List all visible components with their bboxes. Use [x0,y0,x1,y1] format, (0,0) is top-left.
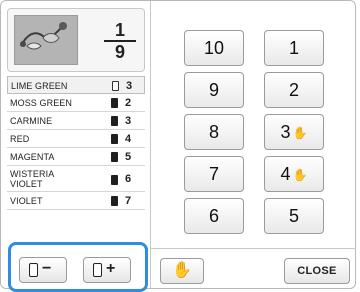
spool-button-3[interactable]: 3 ✋ [264,114,324,150]
spool-number: 3 [126,80,133,92]
remove-spool-button[interactable]: − [19,257,67,283]
spool-number: 4 [125,133,132,145]
spool-button-label: 1 [288,38,299,58]
spool-icon [93,263,102,277]
spool-button-5[interactable]: 5 [264,198,324,234]
spool-button-label: 6 [208,206,219,226]
thread-name: RED [10,134,30,144]
spool-button-2[interactable]: 2 [264,72,324,108]
close-button[interactable]: CLOSE [284,258,350,284]
thread-row[interactable]: MAGENTA 5 [7,148,145,166]
thread-row[interactable]: WISTERIA VIOLET 6 [7,166,145,192]
hand-button[interactable]: ✋ [160,258,204,284]
spool-button-6[interactable]: 6 [184,198,244,234]
footer-divider [151,248,356,249]
spool-button-label: 5 [288,206,299,226]
pattern-thumbnail [14,15,78,65]
spool-number: 2 [125,97,132,109]
pattern-preview: 1 9 [7,8,145,72]
thread-name: MAGENTA [10,152,55,162]
spool-button-label: 4 [280,164,291,184]
thread-row[interactable]: RED 4 [7,130,145,148]
spool-adjust-group: − + [8,242,148,292]
spool-number: 6 [125,173,132,185]
total-colors: 9 [114,42,125,62]
spool-hand-icon: ✋ [292,168,308,183]
spool-button-label: 10 [203,38,225,58]
spool-button-label: 8 [208,122,219,142]
color-sequence-indicator: 1 9 [104,21,136,61]
plus-icon: + [106,260,116,277]
panel-divider [150,1,151,288]
thread-name: WISTERIA VIOLET [10,169,55,189]
spool-icon [111,134,118,144]
spool-icon [29,263,38,277]
thread-row[interactable]: MOSS GREEN 2 [7,94,145,112]
spool-button-1[interactable]: 1 [264,30,324,66]
spool-button-label: 3 [280,122,291,142]
spool-button-9[interactable]: 9 [184,72,244,108]
spool-icon [111,98,118,108]
spool-button-10[interactable]: 10 [184,30,244,66]
spool-icon [111,175,118,185]
spool-button-4[interactable]: 4 ✋ [264,156,324,192]
spool-hand-icon: ✋ [292,126,308,141]
thread-name: MOSS GREEN [10,98,73,108]
thread-row[interactable]: CARMINE 3 [7,112,145,130]
spool-button-7[interactable]: 7 [184,156,244,192]
thread-row[interactable]: LIME GREEN 3 [7,76,145,94]
spool-button-label: 9 [208,80,219,100]
thread-name: VIOLET [10,196,43,206]
thread-color-list: LIME GREEN 3 MOSS GREEN 2 CARMINE 3 RED … [7,76,145,210]
minus-icon: − [42,260,52,277]
spool-icon [111,152,118,162]
spool-number: 5 [125,151,132,163]
thread-row[interactable]: VIOLET 7 [7,192,145,210]
thread-name: LIME GREEN [11,81,68,91]
spool-icon [112,81,119,91]
spool-icon [111,196,118,206]
current-color-number: 1 [114,20,125,40]
hand-icon: ✋ [172,262,192,279]
spool-number: 7 [125,195,132,207]
left-panel: 1 9 LIME GREEN 3 MOSS GREEN 2 CARMINE 3 … [4,4,148,292]
thread-name: CARMINE [10,116,53,126]
spool-button-label: 2 [288,80,299,100]
spool-button-label: 7 [208,164,219,184]
add-spool-button[interactable]: + [83,257,131,283]
spool-button-8[interactable]: 8 [184,114,244,150]
spool-icon [111,116,118,126]
spool-number: 3 [125,115,132,127]
